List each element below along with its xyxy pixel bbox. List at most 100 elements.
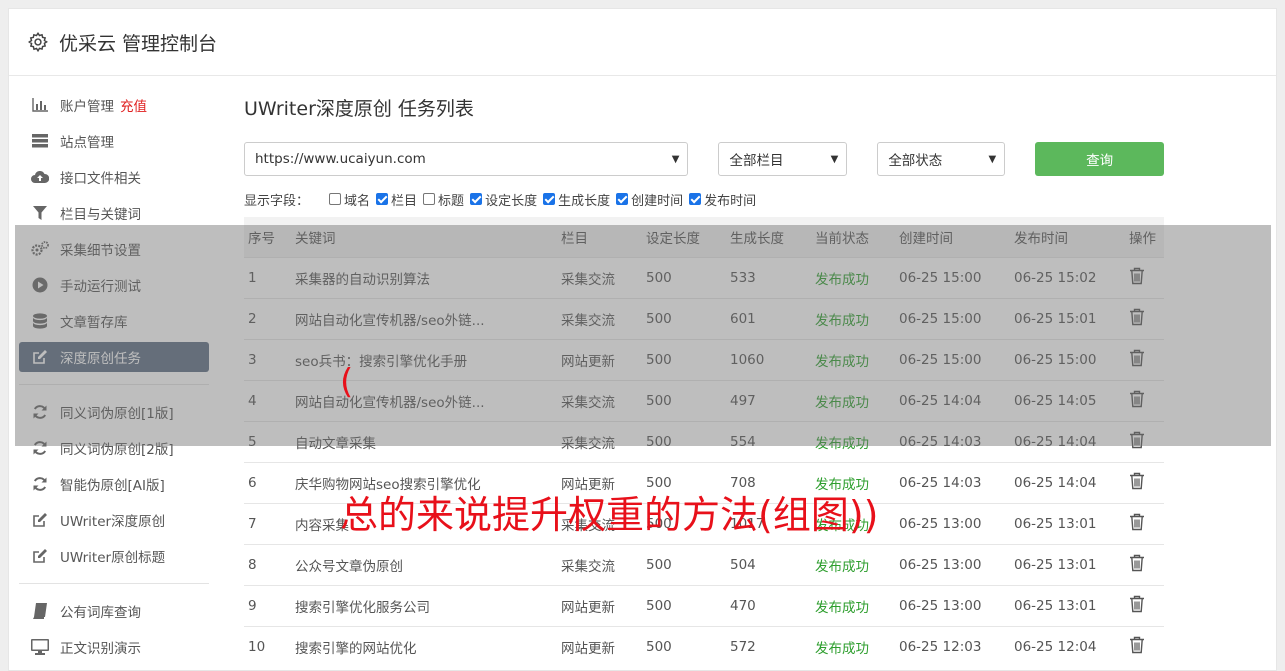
display-fields-label: 显示字段： — [244, 193, 310, 209]
category-select-value: 全部栏目 — [729, 153, 784, 169]
checkbox-box[interactable] — [423, 193, 436, 205]
checkbox-box[interactable] — [376, 193, 389, 205]
refresh-icon — [31, 403, 49, 421]
status-select[interactable]: 全部状态 ▼ — [877, 142, 1006, 176]
table-cell: 发布成功 — [811, 298, 895, 340]
column-header: 设定长度 — [642, 217, 726, 258]
action-cell — [1125, 462, 1164, 504]
field-checkbox[interactable]: 标题 — [423, 190, 464, 209]
table-cell: 500 — [642, 421, 726, 463]
table-cell: 06-25 15:02 — [1010, 257, 1125, 299]
query-button[interactable]: 查询 — [1035, 142, 1164, 176]
table-cell: 搜索引擎优化服务公司 — [291, 585, 557, 627]
table-cell: 06-25 15:01 — [1010, 298, 1125, 340]
sidebar-item[interactable]: 手动运行测试 — [19, 270, 209, 300]
sidebar-item-label: 深度原创任务 — [60, 351, 141, 367]
field-checkbox-label: 栏目 — [391, 193, 418, 209]
sidebar-item[interactable]: 文章暂存库 — [19, 306, 209, 336]
checkbox-box[interactable] — [329, 193, 342, 205]
sidebar-item[interactable]: UWriter原创标题 — [19, 541, 209, 571]
site-select-value: https://www.ucaiyun.com — [255, 151, 426, 167]
column-header: 生成长度 — [726, 217, 811, 258]
table-cell: 06-25 13:00 — [895, 503, 1010, 545]
sidebar-item-label: UWriter原创标题 — [60, 550, 166, 566]
play-circle-icon — [31, 276, 49, 294]
trash-icon[interactable] — [1129, 431, 1145, 449]
column-header: 操作 — [1125, 217, 1164, 258]
site-select[interactable]: https://www.ucaiyun.com ▼ — [244, 142, 689, 176]
sidebar-item[interactable]: 栏目与关键词 — [19, 198, 209, 228]
field-checkbox[interactable]: 设定长度 — [470, 190, 537, 209]
field-checkbox[interactable]: 生成长度 — [543, 190, 610, 209]
table-cell: 10 — [244, 626, 291, 667]
sidebar-item[interactable]: 深度原创任务 — [19, 342, 209, 372]
field-checkbox[interactable]: 创建时间 — [616, 190, 683, 209]
table-cell: 06-25 13:01 — [1010, 585, 1125, 627]
sidebar-item[interactable]: 同义词伪原创[2版] — [19, 433, 209, 463]
table-cell: 网站自动化宣传机器/seo外链... — [291, 298, 557, 340]
table-cell: 1 — [244, 257, 291, 299]
table-cell: 06-25 15:00 — [895, 339, 1010, 381]
checkbox-box[interactable] — [470, 193, 483, 205]
sidebar-item[interactable]: 公有词库查询 — [19, 596, 209, 626]
table-cell: 采集交流 — [557, 380, 642, 422]
column-header: 栏目 — [557, 217, 642, 258]
table-cell: 发布成功 — [811, 626, 895, 667]
table-cell: 网站更新 — [557, 339, 642, 381]
chevron-down-icon: ▼ — [988, 153, 997, 165]
sidebar-item[interactable]: 采集细节设置 — [19, 234, 209, 264]
sidebar-item[interactable]: 站点管理 — [19, 126, 209, 156]
gear-icon — [27, 31, 49, 53]
table-cell: 06-25 14:03 — [895, 421, 1010, 463]
action-cell — [1125, 298, 1164, 340]
trash-icon[interactable] — [1129, 554, 1145, 572]
table-cell: 500 — [642, 585, 726, 627]
table-cell: 采集交流 — [557, 421, 642, 463]
table-cell: 500 — [642, 339, 726, 381]
trash-icon[interactable] — [1129, 349, 1145, 367]
main-content: UWriter深度原创 任务列表 https://www.ucaiyun.com… — [244, 96, 1164, 667]
sidebar-item-label: 正文识别演示 — [60, 641, 141, 657]
trash-icon[interactable] — [1129, 267, 1145, 285]
display-fields: 显示字段： 域名 栏目 标题 设定长度 生成长度 创建时间 发布时间 — [244, 188, 1164, 210]
recharge-link[interactable]: 充值 — [120, 95, 147, 115]
checkbox-box[interactable] — [689, 193, 702, 205]
field-checkbox-label: 生成长度 — [558, 193, 611, 209]
cogs-icon — [31, 240, 49, 258]
checkbox-box[interactable] — [543, 193, 556, 205]
field-checkbox[interactable]: 域名 — [329, 190, 370, 209]
table-cell: 9 — [244, 585, 291, 627]
sidebar-item[interactable]: 账户管理 充值 — [19, 90, 209, 120]
category-select[interactable]: 全部栏目 ▼ — [718, 142, 848, 176]
sidebar-item[interactable]: 正文识别演示 — [19, 632, 209, 662]
field-checkbox[interactable]: 发布时间 — [689, 190, 756, 209]
sidebar-item-label: 账户管理 — [60, 99, 114, 115]
action-cell — [1125, 421, 1164, 463]
sidebar-item[interactable]: UWriter深度原创 — [19, 505, 209, 535]
field-checkbox[interactable]: 栏目 — [376, 190, 417, 209]
sidebar-separator — [19, 583, 209, 584]
trash-icon[interactable] — [1129, 595, 1145, 613]
checkbox-box[interactable] — [616, 193, 629, 205]
sidebar-item-label: 公有词库查询 — [60, 605, 141, 621]
sidebar-item-label: 智能伪原创[AI版] — [60, 478, 165, 494]
table-cell: 06-25 15:00 — [895, 257, 1010, 299]
table-cell: 网站更新 — [557, 585, 642, 627]
trash-icon[interactable] — [1129, 513, 1145, 531]
table-cell: 500 — [642, 380, 726, 422]
trash-icon[interactable] — [1129, 472, 1145, 490]
sidebar-item[interactable]: 智能伪原创[AI版] — [19, 469, 209, 499]
trash-icon[interactable] — [1129, 390, 1145, 408]
sidebar-item[interactable]: 接口文件相关 — [19, 162, 209, 192]
sidebar-item[interactable]: 同义词伪原创[1版] — [19, 397, 209, 427]
table-cell: 网站自动化宣传机器/seo外链... — [291, 380, 557, 422]
header-title: 优采云 管理控制台 — [59, 32, 218, 55]
table-cell: 06-25 15:00 — [1010, 339, 1125, 381]
database-icon — [31, 312, 49, 330]
field-checkbox-label: 域名 — [344, 193, 371, 209]
monitor-icon — [31, 638, 49, 656]
edit-icon — [31, 511, 49, 529]
trash-icon[interactable] — [1129, 636, 1145, 654]
trash-icon[interactable] — [1129, 308, 1145, 326]
edit-icon — [31, 547, 49, 565]
